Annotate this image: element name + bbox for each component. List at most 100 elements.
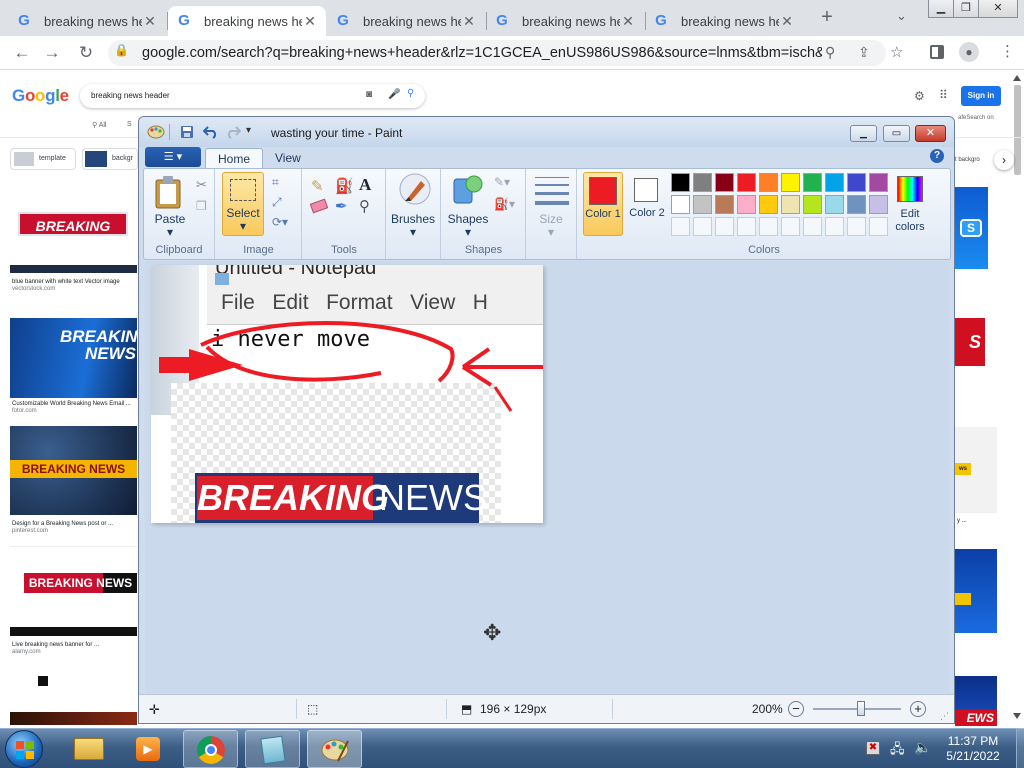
palette-color-swatch[interactable] — [869, 173, 888, 192]
palette-color-swatch[interactable] — [869, 195, 888, 214]
result-source-2[interactable]: fotor.com — [12, 408, 37, 414]
bookmark-star-icon[interactable]: ☆ — [890, 43, 903, 61]
paint-file-menu-button[interactable]: ☰ ▾ — [145, 147, 201, 167]
palette-color-swatch[interactable] — [803, 173, 822, 192]
result-caption-right-3[interactable]: y ... — [957, 518, 967, 524]
network-icon[interactable]: 🖧 — [890, 740, 908, 756]
rotate-icon[interactable]: ⟳▾ — [272, 215, 288, 229]
cut-icon[interactable]: ✂ — [196, 177, 207, 193]
result-caption-4[interactable]: Live breaking news banner for ... — [12, 641, 137, 649]
taskbar-chrome[interactable] — [183, 730, 238, 768]
result-source-1[interactable]: vectorstock.com — [12, 286, 55, 292]
crop-icon[interactable]: ⌗ — [272, 175, 279, 190]
result-image-right-5[interactable]: EWS — [955, 676, 997, 726]
copy-icon[interactable]: ❐ — [196, 199, 207, 213]
select-button[interactable]: Select ▾ — [222, 172, 264, 236]
undo-icon[interactable] — [203, 125, 219, 139]
filter-all[interactable]: ⚲ All — [92, 121, 106, 129]
apps-grid-icon[interactable]: ⠿ — [939, 88, 948, 102]
eraser-icon[interactable] — [309, 198, 329, 214]
size-group[interactable]: Size ▾ — [527, 169, 577, 259]
side-panel-icon[interactable] — [930, 45, 944, 59]
color2-button[interactable]: Color 2 — [628, 172, 666, 236]
browser-tab-4[interactable]: G breaking news he ✕ — [486, 6, 644, 36]
palette-color-swatch[interactable] — [759, 173, 778, 192]
result-image-right-3[interactable]: ws — [955, 427, 997, 513]
palette-color-swatch[interactable] — [803, 195, 822, 214]
chip-template[interactable]: template — [10, 148, 76, 170]
reload-icon[interactable]: ↻ — [74, 41, 98, 65]
browser-tab-2[interactable]: G breaking news he ✕ — [168, 6, 326, 36]
color1-button[interactable]: Color 1 — [583, 172, 623, 236]
taskbar-clock[interactable]: 11:37 PM 5/21/2022 — [938, 734, 1008, 764]
palette-color-swatch[interactable] — [759, 195, 778, 214]
brushes-button[interactable]: Brushes ▾ — [387, 213, 439, 239]
fill-icon[interactable]: ⛽▾ — [494, 197, 515, 211]
chips-next-arrow-icon[interactable]: › — [994, 150, 1014, 170]
google-logo[interactable]: Google — [12, 86, 69, 106]
paint-close-button[interactable]: ✕ — [915, 125, 946, 142]
drawing-canvas[interactable]: Untitled - Notepad File Edit Format View… — [151, 265, 543, 523]
palette-color-swatch[interactable] — [825, 195, 844, 214]
camera-search-icon[interactable]: ◙ — [366, 89, 372, 100]
result-image-1[interactable]: BREAKING NEWS — [10, 190, 137, 273]
search-magnifier-icon[interactable]: ⚲ — [407, 88, 414, 99]
palette-color-swatch[interactable] — [847, 173, 866, 192]
google-search-query[interactable]: breaking news header — [91, 91, 170, 100]
page-scrollbar[interactable] — [1013, 73, 1022, 723]
save-icon[interactable] — [180, 125, 194, 139]
ribbon-tab-view[interactable]: View — [263, 148, 313, 169]
outline-icon[interactable]: ✎▾ — [494, 175, 510, 189]
palette-empty-swatch[interactable] — [693, 217, 712, 236]
start-button[interactable] — [5, 730, 43, 768]
zoom-slider-thumb[interactable] — [857, 701, 865, 716]
result-source-3[interactable]: pinterest.com — [12, 528, 48, 534]
volume-icon[interactable]: 🔈 — [914, 739, 931, 756]
paint-app-icon[interactable] — [147, 124, 165, 140]
result-image-4[interactable]: BREAKING NEWS — [10, 546, 137, 636]
paint-maximize-button[interactable]: ▭ — [883, 125, 910, 142]
result-image-right-2[interactable]: S — [955, 318, 985, 366]
browser-tab-5[interactable]: G breaking news he ✕ — [645, 6, 803, 36]
result-image-right-1[interactable]: S — [955, 187, 988, 269]
paste-button[interactable]: Paste ▾ — [152, 213, 188, 239]
palette-color-swatch[interactable] — [693, 173, 712, 192]
tab-close-icon[interactable]: ✕ — [620, 13, 636, 30]
resize-grip-icon[interactable]: ⋰ — [940, 711, 949, 722]
paint-minimize-button[interactable]: ▁ — [850, 125, 877, 142]
palette-empty-swatch[interactable] — [869, 217, 888, 236]
qat-customize-icon[interactable]: ▾ — [246, 125, 251, 136]
tab-close-icon[interactable]: ✕ — [779, 13, 795, 30]
close-button[interactable]: ✕ — [978, 0, 1018, 18]
palette-empty-swatch[interactable] — [803, 217, 822, 236]
palette-color-swatch[interactable] — [847, 195, 866, 214]
browser-tab-3[interactable]: G breaking news he ✕ — [327, 6, 485, 36]
palette-empty-swatch[interactable] — [715, 217, 734, 236]
chip-background-right[interactable]: t backgro — [955, 150, 995, 170]
address-url[interactable]: google.com/search?q=breaking+news+header… — [142, 40, 822, 66]
taskbar-explorer[interactable] — [62, 730, 117, 768]
result-image-3[interactable]: BREAKING NEWS — [10, 426, 137, 515]
chip-background[interactable]: backgr — [82, 148, 138, 170]
minimize-button[interactable]: ▁ — [928, 0, 954, 18]
resize-icon[interactable]: ⤢ — [272, 195, 282, 210]
help-icon[interactable]: ? — [930, 149, 944, 163]
show-desktop-button[interactable] — [1016, 728, 1024, 768]
restore-button[interactable]: ❐ — [953, 0, 979, 18]
forward-arrow-icon[interactable]: → — [40, 41, 64, 65]
zoom-magnifier-icon[interactable]: ⚲ — [825, 44, 835, 61]
palette-empty-swatch[interactable] — [737, 217, 756, 236]
result-caption-1[interactable]: blue banner with white text Vector image — [12, 278, 137, 286]
back-arrow-icon[interactable]: ← — [10, 41, 34, 65]
palette-empty-swatch[interactable] — [847, 217, 866, 236]
zoom-in-button[interactable]: + — [910, 701, 926, 717]
tab-search-chevron-icon[interactable]: ⌄ — [896, 8, 907, 24]
ribbon-tab-home[interactable]: Home — [205, 148, 264, 169]
taskbar-media-player[interactable]: ▶ — [122, 730, 177, 768]
pencil-icon[interactable]: ✎ — [311, 177, 324, 195]
taskbar-paint[interactable] — [307, 730, 362, 768]
result-image-right-4[interactable] — [955, 549, 997, 633]
browser-tab-1[interactable]: G breaking news he ✕ — [8, 6, 166, 36]
microphone-icon[interactable]: 🎤 — [388, 89, 400, 100]
palette-color-swatch[interactable] — [715, 195, 734, 214]
